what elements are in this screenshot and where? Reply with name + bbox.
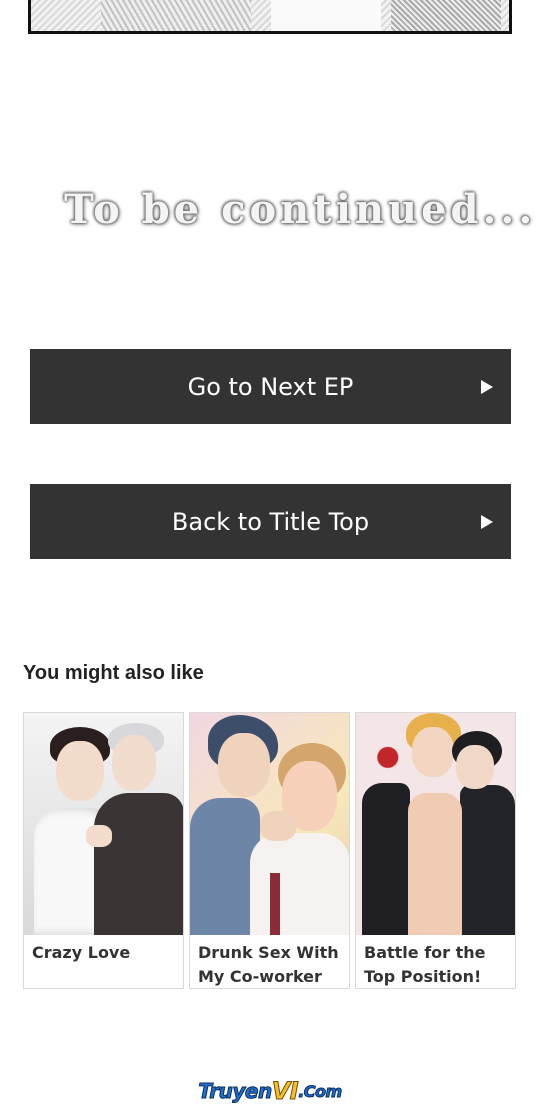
episode-end-page: To be continued... Go to Next EP Back to… xyxy=(0,0,540,1120)
site-logo[interactable]: Truyen VI .Com xyxy=(198,1074,343,1108)
recommendation-cover-image xyxy=(24,713,183,935)
recommendation-card[interactable]: Battle for the Top Position! xyxy=(355,712,516,989)
recommendation-title: Crazy Love xyxy=(32,943,131,962)
recommendation-card[interactable]: Drunk Sex With My Co-worker xyxy=(189,712,350,989)
logo-text-part: Truyen xyxy=(198,1079,273,1104)
back-to-title-label: Back to Title Top xyxy=(171,507,370,536)
logo-text-part: .Com xyxy=(298,1081,343,1101)
logo-text-part: VI xyxy=(271,1077,299,1106)
manga-panel-image xyxy=(28,0,512,34)
recommendation-title: Drunk Sex With My Co-worker xyxy=(198,943,339,986)
recommendations-list: Crazy Love Drunk Sex With My Co-worker B… xyxy=(23,712,518,989)
recommendation-cover-image xyxy=(356,713,515,935)
play-triangle-icon xyxy=(481,379,493,394)
next-episode-label: Go to Next EP xyxy=(187,372,354,401)
back-to-title-button[interactable]: Back to Title Top xyxy=(30,484,511,559)
recommendation-card[interactable]: Crazy Love xyxy=(23,712,184,989)
recommendations-heading: You might also like xyxy=(23,662,204,684)
to-be-continued-text: To be continued... xyxy=(64,186,537,233)
recommendation-cover-image xyxy=(190,713,349,935)
play-triangle-icon xyxy=(481,514,493,529)
next-episode-button[interactable]: Go to Next EP xyxy=(30,349,511,424)
recommendation-title: Battle for the Top Position! xyxy=(364,943,486,986)
